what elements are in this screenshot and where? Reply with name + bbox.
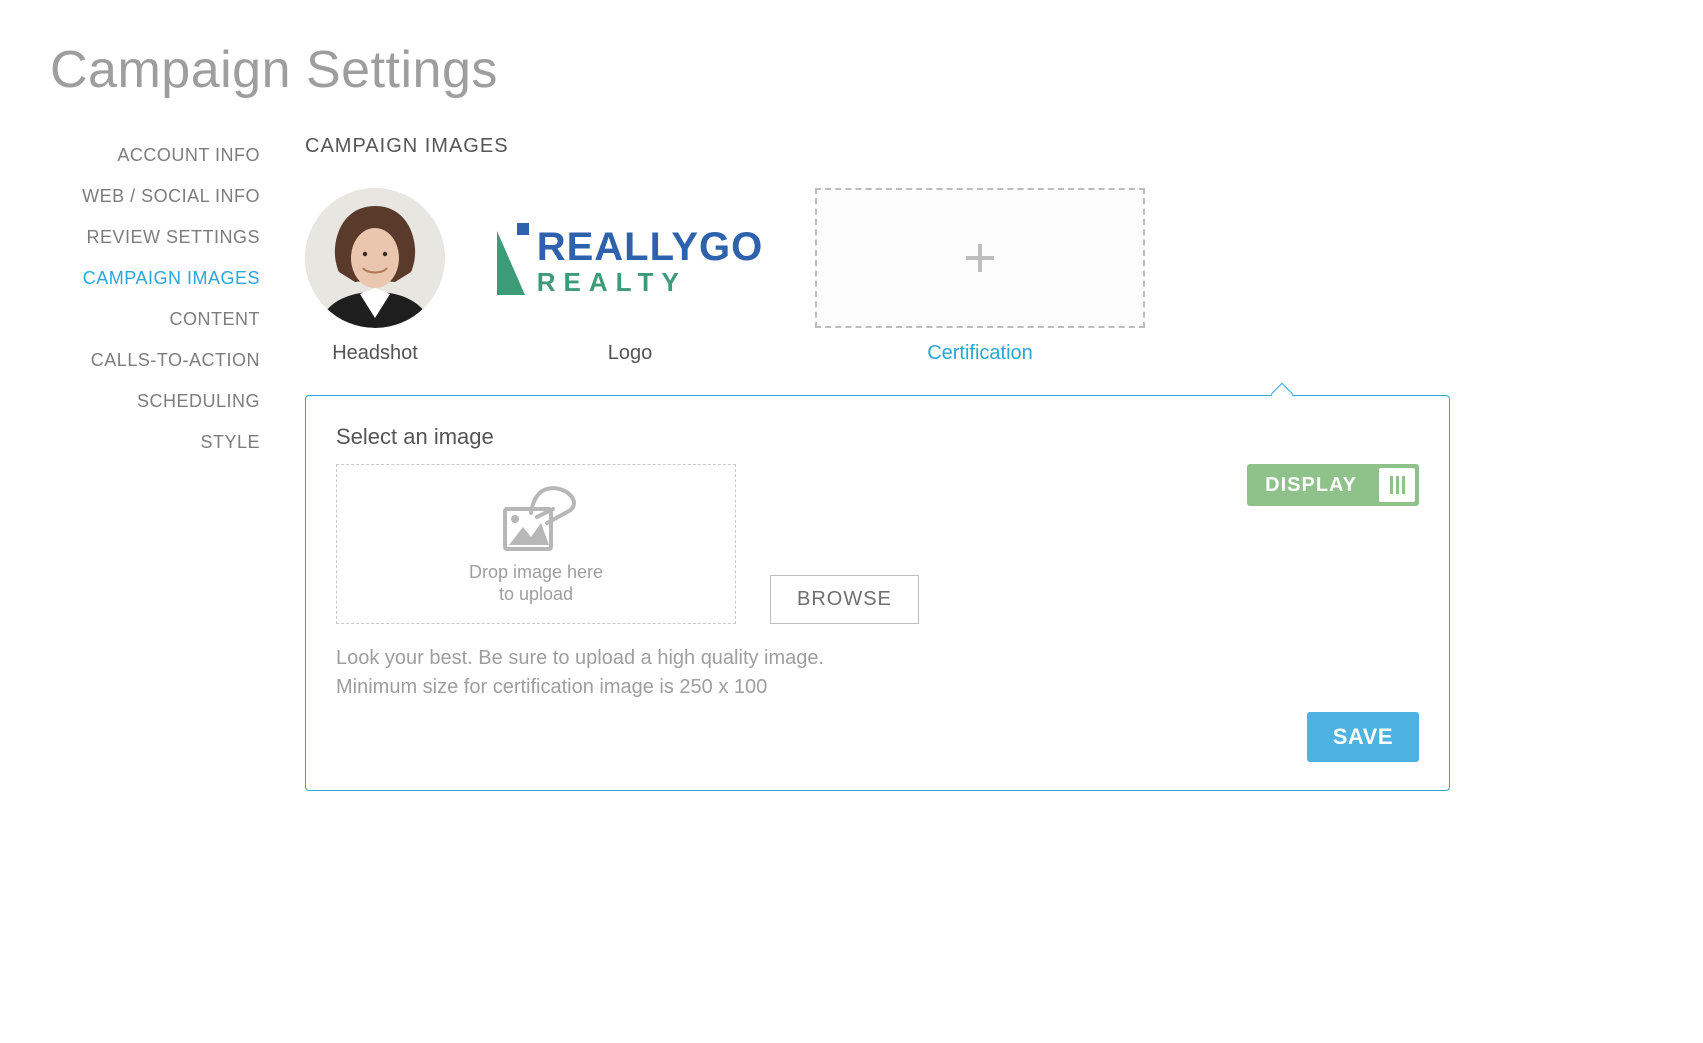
save-button[interactable]: SAVE (1307, 712, 1419, 762)
certification-caption: Certification (927, 342, 1033, 365)
display-toggle-handle (1379, 468, 1415, 502)
sidebar-item-calls-to-action[interactable]: CALLS-TO-ACTION (91, 340, 260, 381)
sidebar-item-web-social-info[interactable]: WEB / SOCIAL INFO (82, 176, 260, 217)
headshot-caption: Headshot (332, 342, 418, 365)
dropzone-text-line2: to upload (469, 583, 603, 606)
certification-placeholder (815, 188, 1145, 328)
logo-word-secondary: REALTY (537, 270, 764, 295)
toggle-grip-icon (1390, 476, 1405, 494)
display-toggle-label: DISPLAY (1247, 464, 1375, 506)
sidebar-item-style[interactable]: STYLE (200, 422, 260, 463)
display-toggle[interactable]: DISPLAY (1247, 464, 1419, 506)
logo-image: REALLYGO REALTY (465, 188, 795, 328)
page-title: Campaign Settings (50, 40, 1450, 100)
sidebar-item-content[interactable]: CONTENT (170, 299, 261, 340)
image-slot-certification[interactable]: Certification (815, 188, 1145, 365)
settings-sidebar: ACCOUNT INFO WEB / SOCIAL INFO REVIEW SE… (50, 135, 260, 463)
image-upload-panel: Select an image (305, 395, 1450, 791)
image-slot-headshot[interactable]: Headshot (305, 188, 445, 365)
browse-button[interactable]: BROWSE (770, 575, 919, 624)
logo-mark-icon (497, 221, 527, 295)
hint-line-2: Minimum size for certification image is … (336, 673, 1419, 702)
upload-image-icon (491, 483, 581, 555)
image-slot-logo[interactable]: REALLYGO REALTY Logo (465, 188, 795, 365)
section-title: CAMPAIGN IMAGES (305, 135, 1450, 158)
upload-dropzone[interactable]: Drop image here to upload (336, 464, 736, 624)
sidebar-item-scheduling[interactable]: SCHEDULING (137, 381, 260, 422)
plus-icon (962, 240, 998, 276)
sidebar-item-campaign-images[interactable]: CAMPAIGN IMAGES (83, 258, 260, 299)
sidebar-item-account-info[interactable]: ACCOUNT INFO (117, 135, 260, 176)
logo-caption: Logo (608, 342, 653, 365)
sidebar-item-review-settings[interactable]: REVIEW SETTINGS (86, 217, 260, 258)
hint-line-1: Look your best. Be sure to upload a high… (336, 644, 1419, 673)
dropzone-text-line1: Drop image here (469, 561, 603, 584)
logo-word-primary: REALLYGO (537, 228, 764, 266)
image-slots-row: Headshot REALLYGO REALTY (305, 188, 1450, 365)
headshot-image (305, 188, 445, 328)
panel-heading: Select an image (336, 424, 1419, 450)
person-icon (305, 188, 445, 328)
